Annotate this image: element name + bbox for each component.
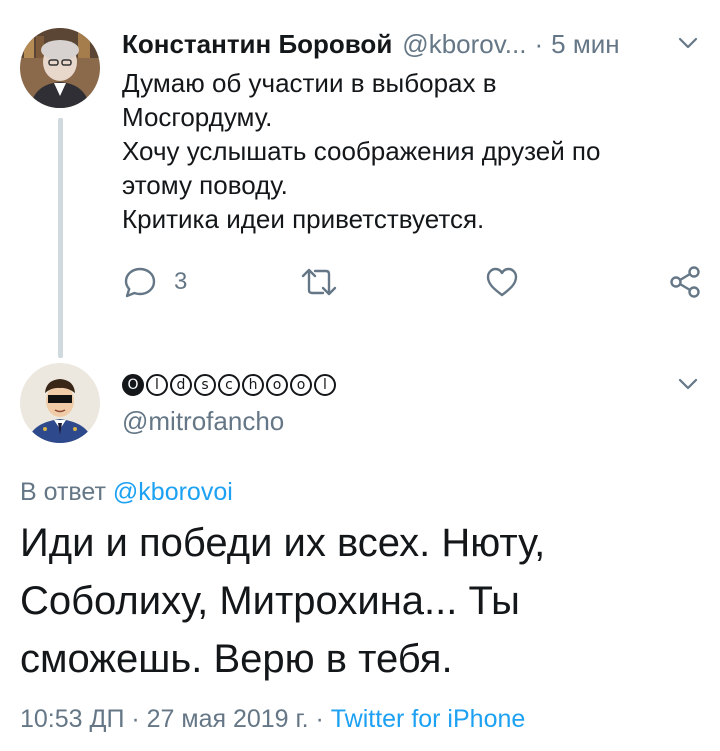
heart-icon xyxy=(486,267,518,297)
name-letter: o xyxy=(290,374,312,396)
display-name[interactable]: O l d s c h o o l xyxy=(122,370,338,400)
user-handle[interactable]: @kborov... xyxy=(402,29,526,60)
timestamp[interactable]: 5 мин xyxy=(551,29,619,60)
name-letter: l xyxy=(314,374,336,396)
tweet-text-line: Иди и победи их всех. Нюту, xyxy=(20,521,546,565)
tweet1-header: Константин Боровой @kborov... · 5 мин xyxy=(122,26,690,62)
reply-button[interactable]: 3 xyxy=(122,262,187,302)
name-letter: h xyxy=(242,374,264,396)
tweet-text-line: Думаю об участии в выборах в xyxy=(122,68,497,98)
replying-to: В ответ @kborovoi xyxy=(20,478,233,507)
name-letter: c xyxy=(218,374,240,396)
tweet-text-line: Хочу услышать соображения друзей по xyxy=(122,136,601,166)
tweet-meta: 10:53 ДП · 27 мая 2019 г. · Twitter for … xyxy=(20,705,525,734)
tweet-text-line: Мосгордуму. xyxy=(122,102,273,132)
chevron-down-icon[interactable] xyxy=(678,36,698,50)
tweet-actions: 3 xyxy=(122,262,702,302)
tweet-text-line: этому поводу. xyxy=(122,170,288,200)
share-button[interactable] xyxy=(667,262,703,302)
chevron-down-icon[interactable] xyxy=(678,377,698,391)
tweet-text-line: сможешь. Верю в тебя. xyxy=(20,637,453,681)
user-handle[interactable]: @mitrofancho xyxy=(122,406,284,437)
like-button[interactable] xyxy=(484,262,520,302)
separator: · xyxy=(534,28,544,59)
name-letter: d xyxy=(170,374,192,396)
name-letter: s xyxy=(194,374,216,396)
reply-icon xyxy=(124,267,156,298)
tweet-timestamp: 10:53 ДП · 27 мая 2019 г. · xyxy=(20,705,324,733)
tweet2-text: Иди и победи их всех. Нюту, Соболиху, Ми… xyxy=(20,514,710,688)
name-letter: l xyxy=(146,374,168,396)
display-name[interactable]: Константин Боровой xyxy=(122,29,392,60)
reply-count: 3 xyxy=(174,268,188,295)
name-letter: O xyxy=(122,374,144,396)
reply-mention-link[interactable]: @kborovoi xyxy=(113,478,233,506)
share-icon xyxy=(670,266,700,298)
reply-prefix: В ответ xyxy=(20,478,106,506)
tweet-text-line: Соболиху, Митрохина... Ты xyxy=(20,579,520,623)
tweet-text-line: Критика идеи приветствуется. xyxy=(122,204,485,234)
retweet-icon xyxy=(301,268,337,296)
name-letter: o xyxy=(266,374,288,396)
thread-connector-line xyxy=(58,118,63,358)
avatar[interactable] xyxy=(20,28,100,108)
source-link[interactable]: Twitter for iPhone xyxy=(331,705,526,733)
retweet-button[interactable] xyxy=(297,262,341,302)
avatar[interactable] xyxy=(20,363,100,443)
tweet1-text: Думаю об участии в выборах в Мосгордуму.… xyxy=(122,66,682,236)
